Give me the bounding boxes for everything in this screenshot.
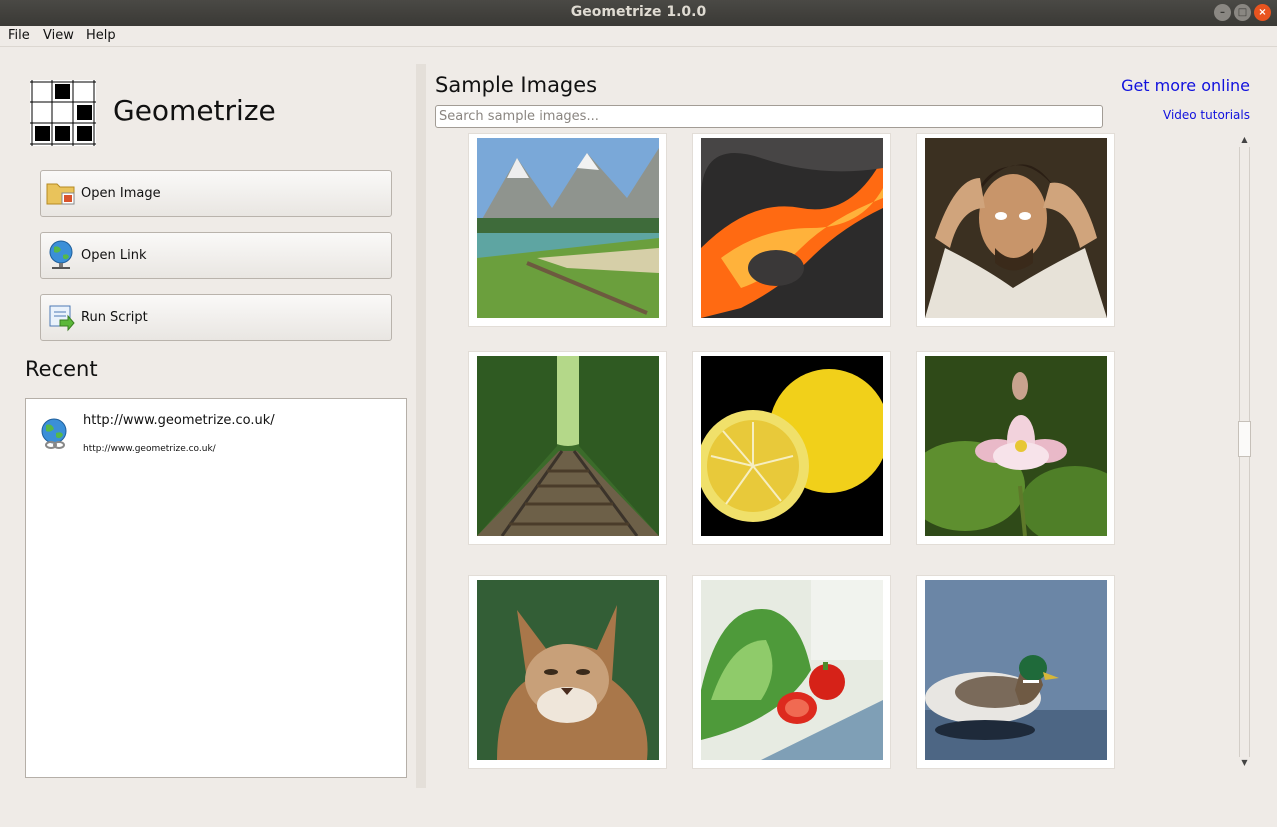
lava-thumbnail: [701, 138, 883, 318]
sample-images-scrollbar[interactable]: ▲ ▼: [1237, 133, 1252, 770]
recent-item-subtitle: http://www.geometrize.co.uk/: [83, 444, 216, 454]
geometrize-logo-icon: [30, 80, 96, 146]
open-image-button[interactable]: Open Image: [40, 170, 392, 217]
script-icon: [49, 305, 75, 332]
video-tutorials-link[interactable]: Video tutorials: [1163, 108, 1250, 122]
globe-icon: [49, 240, 73, 269]
sample-image-card[interactable]: [692, 575, 891, 769]
lemon-thumbnail: [701, 356, 883, 536]
maximize-button[interactable]: □: [1234, 4, 1251, 21]
sample-image-card[interactable]: [468, 575, 667, 769]
recent-item-title: http://www.geometrize.co.uk/: [83, 413, 275, 428]
scroll-down-arrow-icon[interactable]: ▼: [1237, 756, 1252, 770]
search-sample-images-input[interactable]: [435, 105, 1103, 128]
title-bar: Geometrize 1.0.0 – □ ×: [0, 0, 1277, 26]
menu-bar: File View Help: [0, 26, 1277, 47]
window-controls: – □ ×: [1214, 4, 1271, 21]
folder-image-icon: [46, 183, 75, 205]
get-more-online-link[interactable]: Get more online: [1121, 76, 1250, 95]
sample-images-grid: [435, 133, 1235, 770]
globe-link-icon: [41, 418, 67, 449]
sample-image-card[interactable]: [468, 351, 667, 545]
mountain-lake-thumbnail: [477, 138, 659, 318]
open-image-label: Open Image: [81, 186, 161, 201]
app-name: Geometrize: [113, 94, 276, 127]
scrollbar-thumb[interactable]: [1238, 421, 1251, 457]
run-script-button[interactable]: Run Script: [40, 294, 392, 341]
minimize-button[interactable]: –: [1214, 4, 1231, 21]
menu-file[interactable]: File: [8, 28, 30, 43]
sample-image-card[interactable]: [916, 575, 1115, 769]
lettuce-tomato-thumbnail: [701, 580, 883, 760]
sample-image-card[interactable]: [692, 351, 891, 545]
recent-list: http://www.geometrize.co.uk/ http://www.…: [25, 398, 407, 778]
lynx-thumbnail: [477, 580, 659, 760]
menu-help[interactable]: Help: [86, 28, 116, 43]
sample-images-heading: Sample Images: [435, 73, 598, 97]
sample-image-card[interactable]: [692, 133, 891, 327]
lotus-flower-thumbnail: [925, 356, 1107, 536]
desperate-man-portrait-thumbnail: [925, 138, 1107, 318]
window-title: Geometrize 1.0.0: [570, 4, 707, 20]
recent-heading: Recent: [25, 357, 98, 381]
railway-forest-thumbnail: [477, 356, 659, 536]
menu-view[interactable]: View: [43, 28, 74, 43]
scroll-up-arrow-icon[interactable]: ▲: [1237, 133, 1252, 147]
run-script-label: Run Script: [81, 310, 148, 325]
panel-splitter[interactable]: [416, 64, 426, 788]
open-link-button[interactable]: Open Link: [40, 232, 392, 279]
sample-image-card[interactable]: [916, 351, 1115, 545]
mallard-duck-thumbnail: [925, 580, 1107, 760]
sample-image-card[interactable]: [468, 133, 667, 327]
open-link-label: Open Link: [81, 248, 147, 263]
close-button[interactable]: ×: [1254, 4, 1271, 21]
sample-image-card[interactable]: [916, 133, 1115, 327]
